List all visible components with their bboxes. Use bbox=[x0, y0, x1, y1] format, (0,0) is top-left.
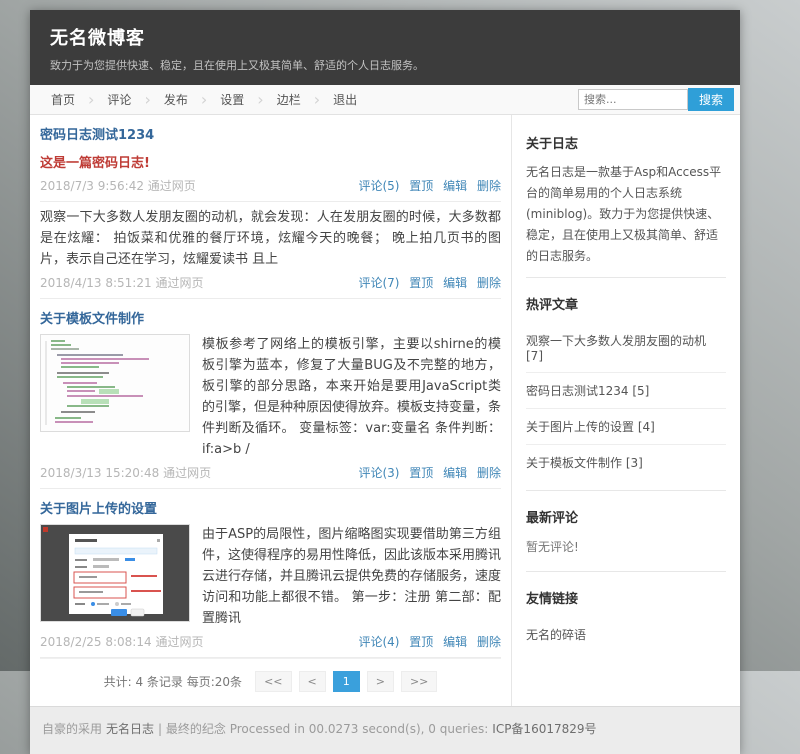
comments-link[interactable]: 评论(5) bbox=[358, 179, 399, 193]
post-title-link[interactable]: 密码日志测试1234 bbox=[40, 115, 501, 146]
post-title-link[interactable]: 关于模板文件制作 bbox=[40, 299, 501, 330]
post-password-notice: 这是一篇密码日志! bbox=[40, 146, 501, 173]
post-item-4: 关于图片上传的设置 bbox=[40, 489, 501, 658]
pagination-current-page[interactable]: 1 bbox=[333, 671, 360, 692]
post-media-row: 模板参考了网络上的模板引擎，主要以shirne的模板引擎为蓝本，修复了大量BUG… bbox=[40, 330, 501, 460]
post-item-3: 关于模板文件制作 bbox=[40, 299, 501, 489]
hot-article-list: 观察一下大多数人发朋友圈的动机 [7] 密码日志测试1234 [5] 关于图片上… bbox=[526, 323, 726, 480]
post-actions: 评论(4) 置顶 编辑 删除 bbox=[352, 633, 501, 650]
no-comments-text: 暂无评论! bbox=[526, 536, 726, 561]
sidebar-recent-comments-title: 最新评论 bbox=[526, 507, 726, 526]
footer-icp-link[interactable]: ICP备16017829号 bbox=[492, 722, 596, 736]
post-media-row: 由于ASP的局限性，图片缩略图实现要借助第三方组件，这使得程序的易用性降低，因此… bbox=[40, 520, 501, 629]
post-timestamp: 2018/4/13 8:51:21 bbox=[40, 276, 152, 290]
sidebar: 关于日志 无名日志是一款基于Asp和Access平台的简单易用的个人日志系统(m… bbox=[511, 115, 740, 706]
post-title-link[interactable]: 关于图片上传的设置 bbox=[40, 489, 501, 520]
sidebar-friend-links-title: 友情链接 bbox=[526, 588, 726, 607]
site-footer: 自豪的采用无名日志 | 最终的纪念 Processed in 00.0273 se… bbox=[30, 706, 740, 754]
edit-link[interactable]: 编辑 bbox=[443, 179, 467, 193]
edit-link[interactable]: 编辑 bbox=[443, 635, 467, 649]
footer-blog-name-link[interactable]: 无名日志 bbox=[106, 722, 154, 736]
friend-link[interactable]: 无名的碎语 bbox=[526, 617, 726, 652]
footer-prefix-text: 自豪的采用 bbox=[42, 722, 102, 736]
site-title: 无名微博客 bbox=[50, 24, 720, 50]
post-body-text: 观察一下大多数人发朋友圈的动机，就会发现：人在发朋友圈的时候，大多数都是在炫耀：… bbox=[40, 202, 501, 270]
search-input[interactable] bbox=[578, 89, 688, 110]
post-meta: 2018/3/13 15:20:48 通过网页 评论(3) 置顶 编辑 删除 bbox=[40, 460, 501, 488]
post-source: 通过网页 bbox=[155, 276, 203, 290]
nav-item-home[interactable]: 首页 bbox=[38, 85, 88, 115]
post-source: 通过网页 bbox=[155, 635, 203, 649]
pagination: 共计: 4 条记录 每页:20条 << < 1 > >> bbox=[40, 658, 501, 706]
post-item-1: 密码日志测试1234 这是一篇密码日志! 2018/7/3 9:56:42 通过… bbox=[40, 115, 501, 202]
content-area: 密码日志测试1234 这是一篇密码日志! 2018/7/3 9:56:42 通过… bbox=[30, 115, 740, 706]
pin-link[interactable]: 置顶 bbox=[409, 466, 433, 480]
main-nav: 首页 › 评论 › 发布 › 设置 › 边栏 › 退出 搜索 bbox=[30, 85, 740, 115]
site-header: 无名微博客 致力于为您提供快速、稳定，且在使用上又极其简单、舒适的个人日志服务。 bbox=[30, 10, 740, 85]
nav-item-settings[interactable]: 设置 bbox=[207, 85, 257, 115]
post-body-text: 由于ASP的局限性，图片缩略图实现要借助第三方组件，这使得程序的易用性降低，因此… bbox=[202, 524, 501, 629]
post-source: 通过网页 bbox=[148, 179, 196, 193]
pagination-summary: 共计: 4 条记录 每页:20条 bbox=[104, 673, 242, 690]
code-screenshot-image bbox=[41, 335, 189, 431]
nav-item-sidebar[interactable]: 边栏 bbox=[264, 85, 314, 115]
pagination-first-button[interactable]: << bbox=[255, 671, 291, 692]
hot-article-link[interactable]: 关于图片上传的设置 [4] bbox=[526, 409, 726, 445]
code-screenshot-thumbnail[interactable] bbox=[40, 334, 190, 432]
post-timestamp: 2018/7/3 9:56:42 bbox=[40, 179, 144, 193]
post-meta: 2018/4/13 8:51:21 通过网页 评论(7) 置顶 编辑 删除 bbox=[40, 270, 501, 298]
friend-link-list: 无名的碎语 bbox=[526, 617, 726, 652]
post-actions: 评论(3) 置顶 编辑 删除 bbox=[352, 464, 501, 481]
pagination-last-button[interactable]: >> bbox=[401, 671, 437, 692]
comments-link[interactable]: 评论(7) bbox=[358, 276, 399, 290]
post-body-text: 模板参考了网络上的模板引擎，主要以shirne的模板引擎为蓝本，修复了大量BUG… bbox=[202, 334, 501, 460]
settings-dialog-image bbox=[41, 525, 189, 621]
delete-link[interactable]: 删除 bbox=[477, 635, 501, 649]
nav-item-comments[interactable]: 评论 bbox=[94, 85, 144, 115]
comments-link[interactable]: 评论(3) bbox=[358, 466, 399, 480]
post-date: 2018/4/13 8:51:21 通过网页 bbox=[40, 274, 203, 291]
sidebar-section-friend-links: 友情链接 无名的碎语 bbox=[526, 571, 726, 658]
pin-link[interactable]: 置顶 bbox=[409, 635, 433, 649]
search-button[interactable]: 搜索 bbox=[688, 88, 734, 111]
footer-processed-text: | 最终的纪念 Processed in 00.0273 second(s), … bbox=[158, 722, 488, 736]
post-meta: 2018/7/3 9:56:42 通过网页 评论(5) 置顶 编辑 删除 bbox=[40, 173, 501, 201]
search-bar: 搜索 bbox=[578, 88, 734, 111]
hot-article-link[interactable]: 密码日志测试1234 [5] bbox=[526, 373, 726, 409]
post-date: 2018/7/3 9:56:42 通过网页 bbox=[40, 177, 196, 194]
page-container: 无名微博客 致力于为您提供快速、稳定，且在使用上又极其简单、舒适的个人日志服务。… bbox=[30, 10, 740, 754]
hot-article-link[interactable]: 观察一下大多数人发朋友圈的动机 [7] bbox=[526, 323, 726, 373]
post-timestamp: 2018/2/25 8:08:14 bbox=[40, 635, 152, 649]
pagination-next-button[interactable]: > bbox=[367, 671, 394, 692]
delete-link[interactable]: 删除 bbox=[477, 179, 501, 193]
sidebar-section-about: 关于日志 无名日志是一款基于Asp和Access平台的简单易用的个人日志系统(m… bbox=[526, 117, 726, 273]
nav-item-publish[interactable]: 发布 bbox=[151, 85, 201, 115]
hot-article-link[interactable]: 关于模板文件制作 [3] bbox=[526, 445, 726, 480]
pin-link[interactable]: 置顶 bbox=[409, 276, 433, 290]
settings-dialog-thumbnail[interactable] bbox=[40, 524, 190, 622]
sidebar-section-hot-articles: 热评文章 观察一下大多数人发朋友圈的动机 [7] 密码日志测试1234 [5] … bbox=[526, 277, 726, 486]
delete-link[interactable]: 删除 bbox=[477, 466, 501, 480]
sidebar-about-text: 无名日志是一款基于Asp和Access平台的简单易用的个人日志系统(minibl… bbox=[526, 162, 726, 267]
post-item-2: 观察一下大多数人发朋友圈的动机，就会发现：人在发朋友圈的时候，大多数都是在炫耀：… bbox=[40, 202, 501, 299]
site-subtitle: 致力于为您提供快速、稳定，且在使用上又极其简单、舒适的个人日志服务。 bbox=[50, 57, 720, 73]
edit-link[interactable]: 编辑 bbox=[443, 466, 467, 480]
pin-link[interactable]: 置顶 bbox=[409, 179, 433, 193]
post-actions: 评论(5) 置顶 编辑 删除 bbox=[352, 177, 501, 194]
sidebar-hot-title: 热评文章 bbox=[526, 294, 726, 313]
sidebar-about-title: 关于日志 bbox=[526, 133, 726, 152]
nav-item-logout[interactable]: 退出 bbox=[320, 85, 370, 115]
post-meta: 2018/2/25 8:08:14 通过网页 评论(4) 置顶 编辑 删除 bbox=[40, 629, 501, 657]
post-timestamp: 2018/3/13 15:20:48 bbox=[40, 466, 159, 480]
pagination-prev-button[interactable]: < bbox=[299, 671, 326, 692]
post-actions: 评论(7) 置顶 编辑 删除 bbox=[352, 274, 501, 291]
delete-link[interactable]: 删除 bbox=[477, 276, 501, 290]
post-source: 通过网页 bbox=[163, 466, 211, 480]
post-list: 密码日志测试1234 这是一篇密码日志! 2018/7/3 9:56:42 通过… bbox=[30, 115, 511, 706]
post-date: 2018/3/13 15:20:48 通过网页 bbox=[40, 464, 211, 481]
comments-link[interactable]: 评论(4) bbox=[358, 635, 399, 649]
sidebar-section-recent-comments: 最新评论 暂无评论! bbox=[526, 490, 726, 567]
post-date: 2018/2/25 8:08:14 通过网页 bbox=[40, 633, 203, 650]
edit-link[interactable]: 编辑 bbox=[443, 276, 467, 290]
